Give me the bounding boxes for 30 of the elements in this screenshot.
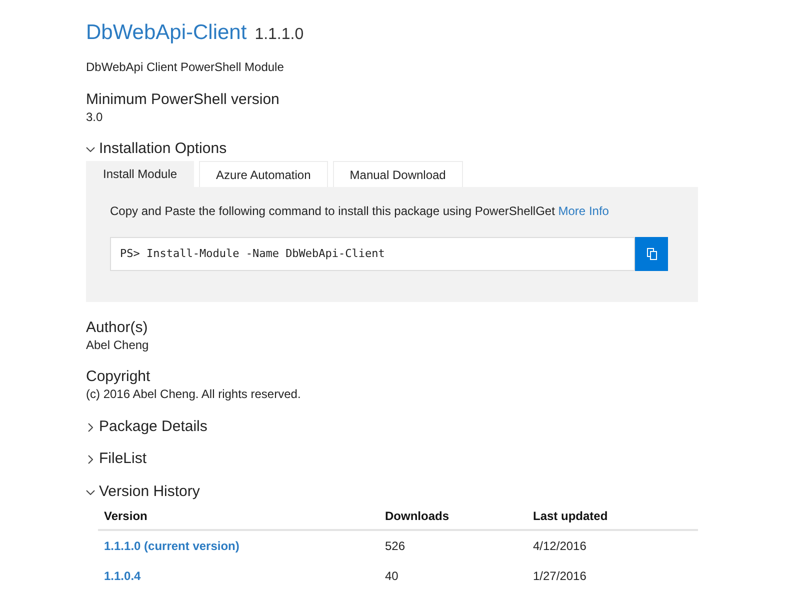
column-header: Downloads — [384, 508, 450, 524]
section-label: Copyright — [86, 367, 152, 387]
version-link[interactable]: 1.1.1.0 (current version) — [104, 539, 240, 553]
tab[interactable]: Azure Automation — [199, 161, 328, 187]
copy-button[interactable] — [635, 237, 668, 271]
command-box: PS> Install-Module -Name DbWebApi-Client — [110, 237, 635, 271]
section-value: 3.0 — [86, 110, 104, 124]
section-value: (c) 2016 Abel Cheng. All rights reserved. — [86, 387, 302, 401]
instruction-text: Copy and Paste the following command to install this package using PowerShellGet More Info — [110, 203, 610, 219]
section-title[interactable]: FileList — [99, 449, 147, 469]
date-cell-text: 4/12/2016 — [532, 538, 588, 555]
section-title[interactable]: Version History — [99, 482, 200, 502]
section-value: Abel Cheng — [86, 338, 150, 352]
version-link[interactable]: 1.1.0.4 — [104, 569, 141, 583]
downloads-cell-text: 526 — [384, 538, 406, 555]
section-label: Author(s) — [86, 318, 149, 338]
copy-icon — [646, 248, 656, 260]
section-label: Minimum PowerShell version — [86, 90, 280, 110]
column-header: Last updated — [532, 508, 609, 524]
tab[interactable]: Manual Download — [332, 161, 463, 187]
package-version: 1.1.1.0 — [254, 25, 304, 45]
date-cell-text: 1/27/2016 — [532, 568, 588, 585]
more-info-link[interactable]: More Info — [558, 204, 609, 218]
section-title[interactable]: Installation Options — [99, 139, 227, 159]
package-title: DbWebApi-Client — [86, 20, 247, 46]
tab[interactable]: Install Module — [86, 161, 194, 187]
downloads-cell-text: 40 — [384, 568, 400, 585]
package-description: DbWebApi Client PowerShell Module — [86, 59, 285, 75]
section-title[interactable]: Package Details — [99, 417, 208, 437]
column-header: Version — [103, 508, 148, 524]
